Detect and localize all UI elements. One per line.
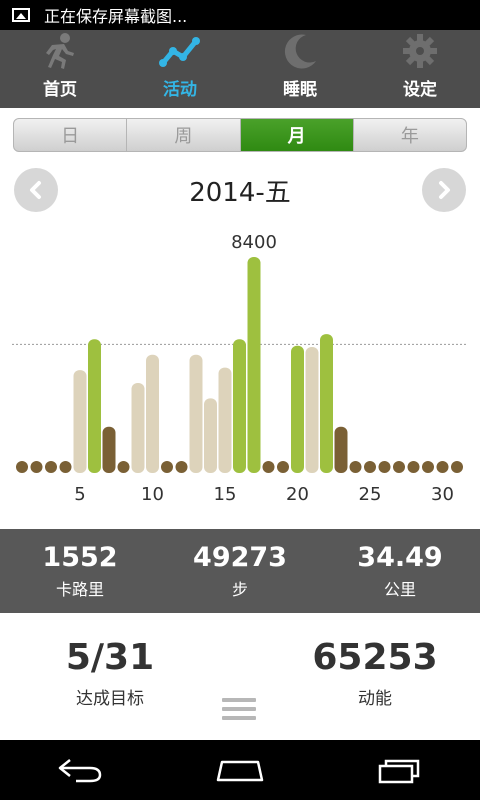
x-tick-20: 20: [286, 484, 309, 505]
bar-day-15: [218, 367, 232, 473]
bar-day-9: [131, 383, 145, 473]
bar-empty-day-4: [59, 461, 72, 473]
segment-day[interactable]: 日: [14, 119, 128, 151]
system-nav-bar: [0, 740, 480, 800]
image-notification-icon: [12, 8, 30, 22]
energy-value: 65253: [312, 637, 438, 678]
chevron-left-icon: [30, 181, 41, 199]
recents-button[interactable]: [370, 750, 430, 790]
x-tick-15: 15: [214, 484, 237, 505]
x-tick-5: 5: [74, 484, 85, 505]
stat-steps-value: 49273: [193, 542, 287, 573]
menu-icon[interactable]: [222, 698, 256, 724]
segment-week[interactable]: 周: [127, 119, 241, 151]
stat-distance: 34.49 公里: [320, 529, 480, 613]
top-nav: 首页 活动 睡眠 设定: [0, 30, 480, 108]
energy-label: 动能: [358, 689, 392, 709]
nav-settings-label: 设定: [403, 80, 437, 100]
bar-day-23: [334, 426, 348, 473]
nav-home-label: 首页: [43, 80, 77, 100]
stat-distance-label: 公里: [383, 580, 416, 599]
stat-calories-label: 卡路里: [55, 580, 104, 599]
home-button[interactable]: [210, 750, 270, 790]
bar-empty-day-30: [436, 461, 449, 473]
bar-empty-day-1: [16, 461, 28, 473]
nav-activity[interactable]: 活动: [120, 30, 240, 108]
x-tick-25: 25: [359, 484, 382, 505]
nav-sleep[interactable]: 睡眠: [240, 30, 360, 108]
bar-day-21: [305, 347, 319, 473]
energy-summary: 65253 动能: [300, 636, 450, 709]
back-icon: [58, 759, 102, 783]
bar-day-20: [291, 345, 304, 473]
back-button[interactable]: [50, 750, 110, 790]
bar-empty-day-28: [407, 461, 420, 473]
bar-day-13: [189, 354, 203, 473]
nav-sleep-label: 睡眠: [283, 80, 317, 100]
goal-label: 达成目标: [76, 689, 144, 709]
recents-icon: [378, 759, 420, 784]
bar-empty-day-31: [451, 461, 463, 473]
stat-steps-label: 步: [231, 580, 248, 599]
next-month-button[interactable]: [422, 168, 466, 212]
x-tick-30: 30: [431, 484, 454, 505]
nav-settings[interactable]: 设定: [360, 30, 480, 108]
segment-year[interactable]: 年: [354, 119, 466, 151]
bar-empty-day-18: [262, 461, 275, 473]
bar-empty-day-27: [393, 461, 405, 473]
bar-day-6: [88, 339, 101, 473]
bar-day-5: [73, 370, 87, 473]
goal-summary: 5/31 达成目标: [40, 636, 180, 709]
stat-steps: 49273 步: [160, 529, 320, 613]
goal-value: 5/31: [65, 637, 155, 678]
month-title: 2014-五: [189, 178, 291, 208]
nav-home[interactable]: 首页: [0, 30, 120, 108]
bar-day-22: [320, 334, 333, 473]
bar-day-17: [247, 257, 261, 473]
bar-empty-day-11: [161, 461, 173, 473]
x-tick-10: 10: [141, 484, 164, 505]
bar-day-16: [233, 339, 246, 473]
bar-day-7: [102, 426, 116, 473]
monthly-activity-chart: 8400 5 10 15 20 25 30: [12, 232, 466, 505]
bar-day-14: [204, 398, 217, 473]
bar-empty-day-2: [30, 461, 43, 473]
chevron-right-icon: [439, 181, 450, 199]
bar-empty-day-3: [45, 461, 57, 473]
home-icon: [216, 760, 264, 782]
segment-month[interactable]: 月: [240, 119, 354, 151]
nav-activity-label: 活动: [163, 80, 197, 100]
prev-month-button[interactable]: [14, 168, 58, 212]
stats-strip: 1552 卡路里 49273 步 34.49 公里: [0, 529, 480, 613]
bar-empty-day-26: [378, 461, 391, 473]
bar-empty-day-25: [364, 461, 376, 473]
stat-distance-value: 34.49: [357, 542, 443, 573]
peak-label: 8400: [231, 232, 277, 253]
gear-icon: [396, 31, 444, 71]
bar-empty-day-24: [349, 461, 362, 473]
moon-icon: [276, 31, 324, 71]
bar-empty-day-12: [175, 461, 188, 473]
bar-empty-day-19: [277, 461, 289, 473]
period-selector: 日 周 月 年: [13, 118, 467, 152]
bar-empty-day-8: [117, 461, 130, 473]
stat-calories-value: 1552: [42, 542, 118, 573]
stat-calories: 1552 卡路里: [0, 529, 160, 613]
runner-icon: [36, 31, 84, 71]
status-bar: 正在保存屏幕截图...: [0, 0, 480, 30]
bar-empty-day-29: [422, 461, 434, 473]
bar-day-10: [146, 354, 159, 473]
activity-graph-icon: [156, 31, 204, 71]
status-text: 正在保存屏幕截图...: [44, 7, 188, 26]
